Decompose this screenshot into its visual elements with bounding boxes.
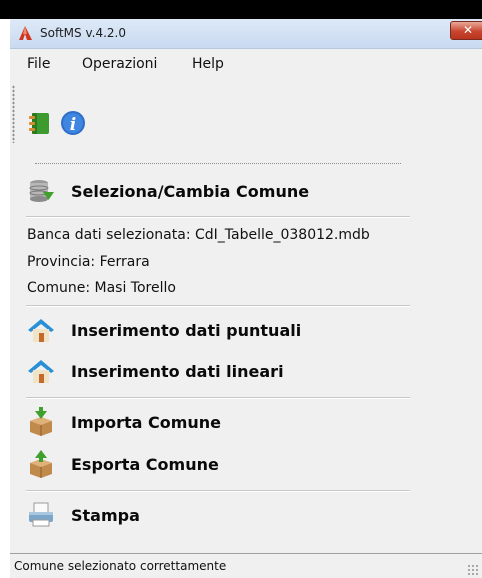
status-text: Comune selezionato correttamente (14, 559, 227, 573)
title-bar[interactable]: SoftMS v.4.2.0 ✕ (10, 19, 482, 49)
info-icon[interactable]: i (60, 110, 86, 136)
export-box-icon (30, 450, 52, 478)
window-title: SoftMS v.4.2.0 (40, 26, 126, 40)
separator (26, 305, 410, 307)
linear-data-label: Inserimento dati lineari (71, 362, 284, 381)
toolbar-separator (35, 163, 401, 164)
screen-frame (0, 0, 482, 19)
select-municipality-label: Seleziona/Cambia Comune (71, 182, 310, 201)
book-icon[interactable] (27, 110, 53, 136)
menu-file[interactable]: File (27, 56, 50, 72)
import-municipality-label: Importa Comune (71, 413, 222, 432)
export-municipality-label: Esporta Comune (71, 455, 219, 474)
toolbar-grip[interactable] (12, 85, 15, 143)
separator (26, 216, 410, 218)
import-box-icon (30, 407, 52, 436)
close-button[interactable]: ✕ (450, 21, 482, 40)
database-select-icon (29, 180, 54, 202)
database-info: Banca dati selezionata: CdI_Tabelle_0380… (27, 227, 370, 243)
app-window: SoftMS v.4.2.0 ✕ File Operazioni Help i … (10, 19, 482, 578)
province-info: Provincia: Ferrara (27, 254, 150, 270)
municipality-info: Comune: Masi Torello (27, 280, 176, 296)
separator (26, 397, 410, 399)
printer-icon (29, 502, 53, 527)
house-icon (28, 319, 54, 342)
app-logo-icon (19, 26, 32, 40)
menu-help[interactable]: Help (192, 56, 224, 72)
print-label: Stampa (71, 506, 140, 525)
menu-operazioni[interactable]: Operazioni (82, 56, 157, 72)
separator (26, 490, 410, 492)
point-data-label: Inserimento dati puntuali (71, 321, 302, 340)
resize-grip[interactable] (467, 564, 479, 576)
menu-bar: File Operazioni Help (10, 49, 482, 79)
house-icon (28, 360, 54, 383)
svg-text:i: i (70, 115, 76, 135)
status-bar: Comune selezionato correttamente (10, 553, 482, 578)
